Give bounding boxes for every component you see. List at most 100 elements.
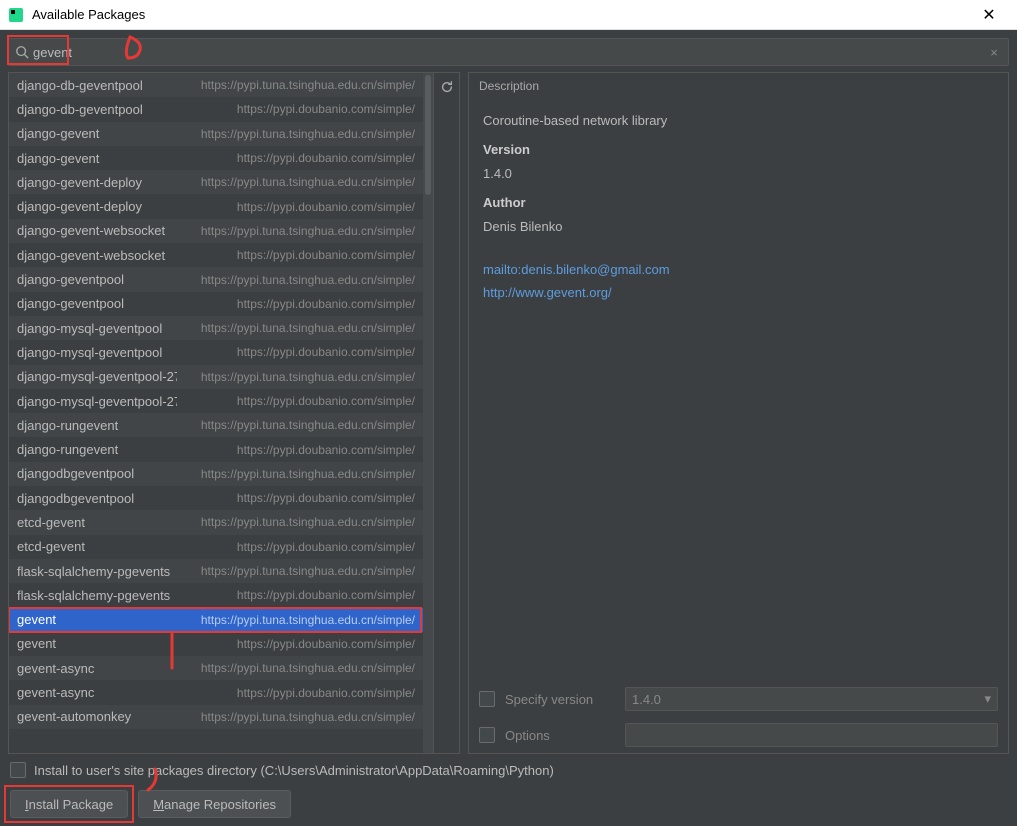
package-name: django-gevent-websocket	[17, 248, 177, 263]
package-row[interactable]: django-geventpoolhttps://pypi.tuna.tsing…	[9, 267, 423, 291]
package-row[interactable]: djangodbgeventpoolhttps://pypi.doubanio.…	[9, 486, 423, 510]
package-name: djangodbgeventpool	[17, 466, 177, 481]
package-name: gevent-async	[17, 685, 177, 700]
clear-search-icon[interactable]: ×	[986, 45, 1002, 60]
install-button-label: nstall Package	[29, 797, 114, 812]
refresh-button[interactable]	[436, 76, 458, 98]
package-row[interactable]: django-mysql-geventpoolhttps://pypi.tuna…	[9, 316, 423, 340]
package-name: django-gevent	[17, 151, 177, 166]
specify-version-checkbox[interactable]	[479, 691, 495, 707]
manage-repos-button[interactable]: Manage Repositories	[138, 790, 291, 818]
description-header: Description	[469, 73, 1008, 99]
package-row[interactable]: django-mysql-geventpoolhttps://pypi.doub…	[9, 340, 423, 364]
package-repo: https://pypi.doubanio.com/simple/	[177, 443, 415, 457]
package-row[interactable]: django-rungeventhttps://pypi.tuna.tsingh…	[9, 413, 423, 437]
install-user-site-checkbox[interactable]	[10, 762, 26, 778]
package-row[interactable]: flask-sqlalchemy-pgeventshttps://pypi.tu…	[9, 559, 423, 583]
manage-button-label: anage Repositories	[164, 797, 276, 812]
package-repo: https://pypi.tuna.tsinghua.edu.cn/simple…	[177, 78, 415, 92]
package-repo: https://pypi.tuna.tsinghua.edu.cn/simple…	[177, 321, 415, 335]
package-name: django-gevent-deploy	[17, 175, 177, 190]
package-row[interactable]: geventhttps://pypi.tuna.tsinghua.edu.cn/…	[9, 608, 423, 632]
package-row[interactable]: gevent-asynchttps://pypi.doubanio.com/si…	[9, 680, 423, 704]
package-row[interactable]: etcd-geventhttps://pypi.doubanio.com/sim…	[9, 535, 423, 559]
homepage-link[interactable]: http://www.gevent.org/	[483, 281, 994, 304]
package-repo: https://pypi.doubanio.com/simple/	[177, 394, 415, 408]
package-row[interactable]: gevent-automonkeyhttps://pypi.tuna.tsing…	[9, 705, 423, 729]
package-name: flask-sqlalchemy-pgevents	[17, 564, 177, 579]
package-name: django-gevent-deploy	[17, 199, 177, 214]
title-bar: Available Packages ✕	[0, 0, 1017, 30]
package-repo: https://pypi.doubanio.com/simple/	[177, 102, 415, 116]
version-value: 1.4.0	[483, 162, 994, 185]
package-name: gevent-automonkey	[17, 709, 177, 724]
package-repo: https://pypi.doubanio.com/simple/	[177, 151, 415, 165]
options-row: Options	[469, 717, 1008, 753]
package-row[interactable]: flask-sqlalchemy-pgeventshttps://pypi.do…	[9, 583, 423, 607]
package-name: django-gevent	[17, 126, 177, 141]
mailto-link[interactable]: mailto:denis.bilenko@gmail.com	[483, 258, 994, 281]
search-input[interactable]	[33, 45, 986, 60]
package-row[interactable]: django-mysql-geventpool-27https://pypi.d…	[9, 389, 423, 413]
package-repo: https://pypi.doubanio.com/simple/	[177, 637, 415, 651]
package-row[interactable]: django-geventpoolhttps://pypi.doubanio.c…	[9, 292, 423, 316]
scrollbar[interactable]	[423, 73, 433, 753]
package-repo: https://pypi.tuna.tsinghua.edu.cn/simple…	[177, 564, 415, 578]
package-name: django-geventpool	[17, 296, 177, 311]
close-button[interactable]: ✕	[969, 5, 1009, 25]
package-repo: https://pypi.tuna.tsinghua.edu.cn/simple…	[177, 175, 415, 189]
package-repo: https://pypi.tuna.tsinghua.edu.cn/simple…	[177, 467, 415, 481]
package-row[interactable]: djangodbgeventpoolhttps://pypi.tuna.tsin…	[9, 462, 423, 486]
package-row[interactable]: django-gevent-websockethttps://pypi.tuna…	[9, 219, 423, 243]
package-row[interactable]: geventhttps://pypi.doubanio.com/simple/	[9, 632, 423, 656]
package-name: gevent	[17, 636, 177, 651]
package-name: etcd-gevent	[17, 539, 177, 554]
package-row[interactable]: etcd-geventhttps://pypi.tuna.tsinghua.ed…	[9, 510, 423, 534]
package-name: django-rungevent	[17, 442, 177, 457]
package-repo: https://pypi.tuna.tsinghua.edu.cn/simple…	[177, 224, 415, 238]
package-name: flask-sqlalchemy-pgevents	[17, 588, 177, 603]
install-package-button[interactable]: Install Package	[10, 790, 128, 818]
package-repo: https://pypi.tuna.tsinghua.edu.cn/simple…	[177, 710, 415, 724]
package-repo: https://pypi.doubanio.com/simple/	[177, 297, 415, 311]
package-name: django-mysql-geventpool-27	[17, 394, 177, 409]
package-repo: https://pypi.doubanio.com/simple/	[177, 540, 415, 554]
package-name: djangodbgeventpool	[17, 491, 177, 506]
version-select-value: 1.4.0	[632, 692, 661, 707]
package-row[interactable]: django-gevent-deployhttps://pypi.doubani…	[9, 194, 423, 218]
package-row[interactable]: django-db-geventpoolhttps://pypi.tuna.ts…	[9, 73, 423, 97]
version-select[interactable]: 1.4.0 ▾	[625, 687, 998, 711]
package-name: django-rungevent	[17, 418, 177, 433]
specify-version-label: Specify version	[505, 692, 615, 707]
options-label: Options	[505, 728, 615, 743]
package-row[interactable]: django-gevent-websockethttps://pypi.doub…	[9, 243, 423, 267]
package-row[interactable]: django-geventhttps://pypi.tuna.tsinghua.…	[9, 122, 423, 146]
options-checkbox[interactable]	[479, 727, 495, 743]
chevron-down-icon: ▾	[984, 691, 991, 707]
package-name: etcd-gevent	[17, 515, 177, 530]
package-row[interactable]: django-rungeventhttps://pypi.doubanio.co…	[9, 437, 423, 461]
package-row[interactable]: django-geventhttps://pypi.doubanio.com/s…	[9, 146, 423, 170]
app-icon	[8, 7, 24, 23]
search-icon	[15, 45, 29, 59]
package-repo: https://pypi.tuna.tsinghua.edu.cn/simple…	[177, 127, 415, 141]
package-row[interactable]: django-db-geventpoolhttps://pypi.doubani…	[9, 97, 423, 121]
search-field-wrap: ×	[8, 38, 1009, 66]
package-list[interactable]: django-db-geventpoolhttps://pypi.tuna.ts…	[9, 73, 423, 753]
package-name: django-mysql-geventpool	[17, 345, 177, 360]
package-name: django-db-geventpool	[17, 102, 177, 117]
package-repo: https://pypi.tuna.tsinghua.edu.cn/simple…	[177, 418, 415, 432]
package-repo: https://pypi.doubanio.com/simple/	[177, 248, 415, 262]
author-label: Author	[483, 191, 994, 214]
description-summary: Coroutine-based network library	[483, 109, 994, 132]
package-row[interactable]: django-mysql-geventpool-27https://pypi.t…	[9, 365, 423, 389]
package-name: gevent-async	[17, 661, 177, 676]
package-list-panel: django-db-geventpoolhttps://pypi.tuna.ts…	[8, 72, 460, 754]
specify-version-row: Specify version 1.4.0 ▾	[469, 681, 1008, 717]
package-name: django-db-geventpool	[17, 78, 177, 93]
package-name: django-mysql-geventpool-27	[17, 369, 177, 384]
package-row[interactable]: gevent-asynchttps://pypi.tuna.tsinghua.e…	[9, 656, 423, 680]
package-row[interactable]: django-gevent-deployhttps://pypi.tuna.ts…	[9, 170, 423, 194]
options-input[interactable]	[625, 723, 998, 747]
window-title: Available Packages	[32, 7, 969, 22]
